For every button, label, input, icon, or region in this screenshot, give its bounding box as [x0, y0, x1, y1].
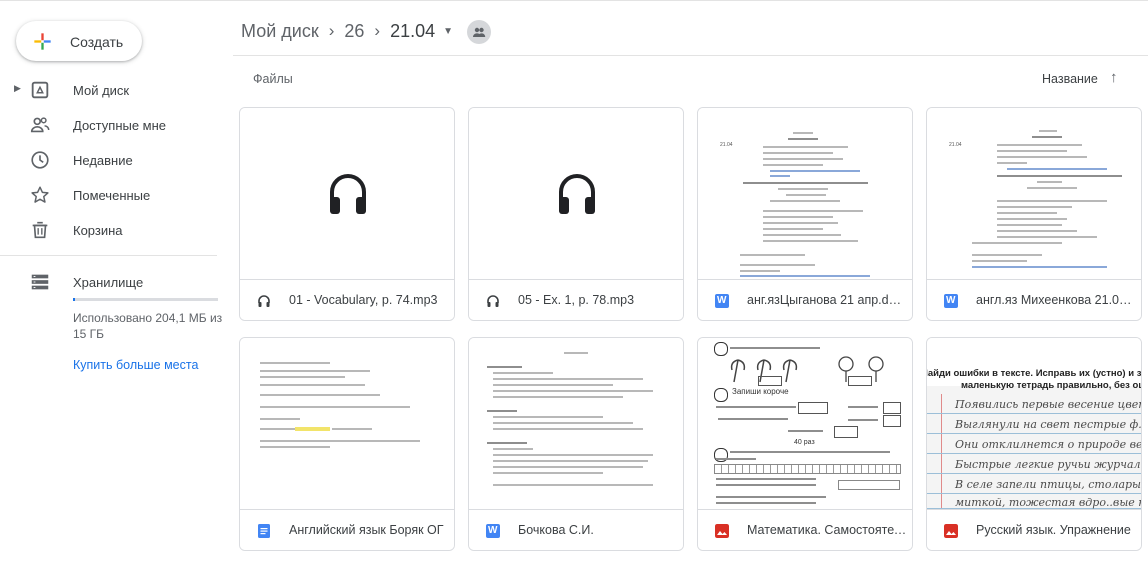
- sidebar-item-label: Корзина: [73, 223, 123, 238]
- file-card-gdoc[interactable]: Английский язык Боряк ОГ: [239, 337, 455, 551]
- file-card-footer: W анг.язЦыганова 21 апр.docx: [698, 279, 912, 320]
- file-thumbnail: Найди ошибки в тексте. Исправь их (устно…: [927, 338, 1141, 509]
- sidebar-item-label: Недавние: [73, 153, 133, 168]
- file-card-footer: W англ.яз Михеенкова 21.04.docx: [927, 279, 1141, 320]
- word-file-icon: W: [715, 294, 729, 308]
- file-card-image-math[interactable]: Запиши корочe 40 раз Математика. Самосто…: [697, 337, 913, 551]
- sidebar-item-label: Помеченные: [73, 188, 151, 203]
- doc-date: 21.04: [720, 142, 733, 148]
- file-card-image-russian[interactable]: Найди ошибки в тексте. Исправь их (устно…: [926, 337, 1142, 551]
- sidebar-item-trash[interactable]: Корзина: [0, 213, 233, 247]
- sum-label: 40 раз: [794, 439, 815, 446]
- people-icon: [473, 27, 486, 37]
- clock-icon: [31, 151, 49, 169]
- handwriting-line: миткой, тожестая вдро..вые коли: [955, 496, 1141, 509]
- handwriting-line: В селе запели птицы, столарыт травы.: [955, 478, 1141, 491]
- files-section-label: Файлы: [253, 72, 293, 86]
- word-file-icon: W: [486, 524, 500, 538]
- new-button-label: Создать: [70, 34, 124, 50]
- headphones-icon: [559, 174, 595, 214]
- sidebar-item-label: Мой диск: [73, 83, 130, 98]
- file-card-docx-3[interactable]: W Бочкова С.И.: [468, 337, 684, 551]
- file-name: 01 - Vocabulary, p. 74.mp3: [289, 293, 438, 307]
- expand-arrow-icon[interactable]: ▶: [14, 83, 21, 94]
- file-card-audio-1[interactable]: 01 - Vocabulary, p. 74.mp3: [239, 107, 455, 321]
- file-name: англ.яз Михеенкова 21.04.docx: [976, 293, 1136, 307]
- file-thumbnail: [469, 108, 683, 279]
- file-card-docx-2[interactable]: 21.04 W англ.яз Михеенкова 21.04.docx: [926, 107, 1142, 321]
- new-button[interactable]: Создать: [16, 21, 142, 61]
- sidebar-item-label: Доступные мне: [73, 118, 167, 133]
- file-card-footer: 05 - Ex. 1, p. 78.mp3: [469, 279, 683, 320]
- header-divider: [233, 55, 1148, 56]
- sidebar-divider: [0, 255, 217, 256]
- drive-icon: [31, 81, 49, 99]
- file-thumbnail: Запиши корочe 40 раз: [698, 338, 912, 509]
- storage-used-text: Использовано 204,1 МБ из 15 ГБ: [73, 311, 223, 341]
- image-file-icon: [944, 524, 958, 538]
- file-thumbnail: 21.04: [927, 108, 1141, 279]
- file-card-footer: Математика. Самостоятельная работа: [698, 509, 912, 550]
- google-doc-icon: [258, 524, 270, 538]
- headphones-icon: [330, 174, 366, 214]
- exercise-label: Запиши корочe: [732, 387, 789, 396]
- breadcrumb-my-drive[interactable]: Мой диск: [241, 21, 319, 42]
- doc-date: 21.04: [949, 142, 962, 148]
- sidebar-item-shared[interactable]: Доступные мне: [0, 108, 233, 142]
- file-name: Английский язык Боряк ОГ: [289, 523, 444, 537]
- storage-label: Хранилище: [73, 275, 144, 290]
- file-name: анг.язЦыганова 21 апр.docx: [747, 293, 907, 307]
- audio-file-icon: [487, 295, 499, 307]
- file-name: 05 - Ex. 1, p. 78.mp3: [518, 293, 635, 307]
- exercise-heading-2: маленькую тетрадь правильно, без ошибок.: [961, 380, 1141, 391]
- file-card-audio-2[interactable]: 05 - Ex. 1, p. 78.mp3: [468, 107, 684, 321]
- file-card-docx-1[interactable]: 21.04 W анг.язЦыганова 21 апр.docx: [697, 107, 913, 321]
- file-thumbnail: [469, 338, 683, 509]
- breadcrumb-folder[interactable]: 26: [344, 21, 364, 42]
- file-name: Математика. Самостоятельная работа: [747, 523, 907, 537]
- storage-progress-fill: [73, 298, 75, 301]
- handwriting-line: Они отклилнется о природе весны.: [955, 438, 1141, 451]
- breadcrumb: Мой диск › 26 › 21.04 ▼: [241, 17, 453, 45]
- file-thumbnail: [240, 338, 454, 509]
- chevron-right-icon: ›: [328, 21, 335, 40]
- file-card-footer: Английский язык Боряк ОГ: [240, 509, 454, 550]
- audio-file-icon: [258, 295, 270, 307]
- image-file-icon: [715, 524, 729, 538]
- sidebar-item-my-drive[interactable]: ▶ Мой диск: [0, 73, 233, 107]
- shared-folder-icon[interactable]: [467, 20, 491, 44]
- sort-direction-arrow-icon[interactable]: ↑: [1110, 69, 1118, 86]
- file-thumbnail: 21.04: [698, 108, 912, 279]
- handwriting-line: Выглянули на свет пестрые ф..бочки.: [955, 418, 1141, 431]
- handwriting-line: Быстрые легкие ручьи журчали.: [955, 458, 1141, 471]
- file-name: Русский язык. Упражнение: [976, 523, 1131, 537]
- file-card-footer: Русский язык. Упражнение: [927, 509, 1141, 550]
- storage-icon: [31, 274, 49, 290]
- star-icon: [31, 186, 49, 203]
- storage-progress-bar: [73, 298, 218, 301]
- sidebar-item-starred[interactable]: Помеченные: [0, 178, 233, 212]
- chevron-right-icon: ›: [374, 21, 381, 40]
- file-thumbnail: [240, 108, 454, 279]
- top-divider: [0, 0, 1148, 1]
- plus-icon: [34, 33, 51, 50]
- sidebar-item-recent[interactable]: Недавние: [0, 143, 233, 177]
- file-name: Бочкова С.И.: [518, 523, 594, 537]
- shared-people-icon: [30, 117, 50, 133]
- dropdown-arrow-icon[interactable]: ▼: [443, 26, 453, 37]
- exercise-heading-1: Найди ошибки в тексте. Исправь их (устно…: [927, 368, 1141, 379]
- trash-icon: [32, 221, 48, 239]
- word-file-icon: W: [944, 294, 958, 308]
- handwriting-line: Появились первые весение цветы.: [955, 398, 1141, 411]
- sort-by-name-button[interactable]: Название: [1042, 72, 1098, 86]
- buy-storage-link[interactable]: Купить больше места: [73, 358, 198, 372]
- file-card-footer: W Бочкова С.И.: [469, 509, 683, 550]
- file-card-footer: 01 - Vocabulary, p. 74.mp3: [240, 279, 454, 320]
- breadcrumb-current[interactable]: 21.04: [390, 21, 435, 42]
